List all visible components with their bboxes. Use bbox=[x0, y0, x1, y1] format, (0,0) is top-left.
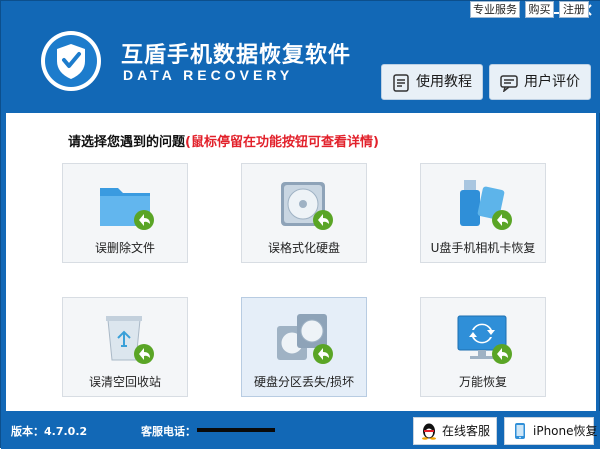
app-window: 互盾手机数据恢复软件 DATA RECOVERY 专业服务 购买 注册 使用教程 bbox=[0, 0, 600, 449]
footer: 版本：4.7.0.2 客服电话： 在线客服 iPhone恢复 bbox=[1, 411, 600, 449]
document-icon bbox=[393, 74, 409, 92]
phone-label: 客服电话： bbox=[141, 425, 196, 438]
main-panel: 请选择您遇到的问题(鼠标停留在功能按钮可查看详情) 误删除文件 误格式化硬盘 U… bbox=[6, 113, 596, 411]
tile-label: 误删除文件 bbox=[94, 241, 155, 255]
app-title: 互盾手机数据恢复软件 bbox=[121, 43, 352, 68]
chat-icon bbox=[500, 75, 518, 92]
user-review-label: 用户评价 bbox=[524, 74, 580, 90]
online-service-button[interactable]: 在线客服 bbox=[413, 417, 497, 445]
tile-label: U盘手机相机卡恢复 bbox=[430, 241, 536, 255]
tile-label: 万能恢复 bbox=[458, 375, 507, 389]
tutorial-label: 使用教程 bbox=[416, 74, 472, 90]
register-link[interactable]: 注册 bbox=[559, 1, 589, 18]
pro-service-link[interactable]: 专业服务 bbox=[470, 1, 520, 18]
monitor-refresh-icon bbox=[457, 315, 512, 364]
version-text: 版本：4.7.0.2 bbox=[11, 425, 88, 438]
app-subtitle: DATA RECOVERY bbox=[123, 67, 294, 83]
buy-link[interactable]: 购买 bbox=[525, 1, 554, 18]
tile-partition-lost[interactable]: 硬盘分区丢失/损坏 bbox=[241, 297, 367, 397]
iphone-recovery-label: iPhone恢复 bbox=[533, 424, 598, 438]
tile-universal-recovery[interactable]: 万能恢复 bbox=[420, 297, 546, 397]
recycle-bin-restore-icon bbox=[106, 316, 154, 364]
tile-label: 误格式化硬盘 bbox=[267, 241, 340, 255]
phone-redaction bbox=[197, 428, 275, 432]
iphone-icon bbox=[515, 423, 525, 439]
tile-label: 误清空回收站 bbox=[88, 375, 161, 389]
tile-emptied-recycle-bin[interactable]: 误清空回收站 bbox=[62, 297, 188, 397]
tutorial-button[interactable]: 使用教程 bbox=[381, 64, 483, 100]
qq-penguin-icon bbox=[422, 423, 436, 440]
tile-formatted-disk[interactable]: 误格式化硬盘 bbox=[241, 163, 367, 263]
partition-restore-icon bbox=[277, 314, 333, 364]
app-logo bbox=[41, 31, 101, 91]
disk-restore-icon bbox=[281, 182, 333, 230]
iphone-recovery-button[interactable]: iPhone恢复 bbox=[504, 417, 598, 445]
prompt-text: 请选择您遇到的问题 bbox=[68, 135, 186, 150]
tile-deleted-files[interactable]: 误删除文件 bbox=[62, 163, 188, 263]
folder-restore-icon bbox=[100, 188, 154, 230]
header: 互盾手机数据恢复软件 DATA RECOVERY 专业服务 购买 注册 使用教程 bbox=[1, 1, 600, 113]
tile-label: 硬盘分区丢失/损坏 bbox=[253, 375, 355, 389]
usb-card-restore-icon bbox=[460, 180, 512, 230]
hover-hint: (鼠标停留在功能按钮可查看详情) bbox=[185, 135, 379, 150]
online-service-label: 在线客服 bbox=[442, 424, 491, 438]
problem-prompt: 请选择您遇到的问题(鼠标停留在功能按钮可查看详情) bbox=[68, 131, 379, 150]
user-review-button[interactable]: 用户评价 bbox=[489, 64, 591, 100]
tile-usb-phone-card[interactable]: U盘手机相机卡恢复 bbox=[420, 163, 546, 263]
